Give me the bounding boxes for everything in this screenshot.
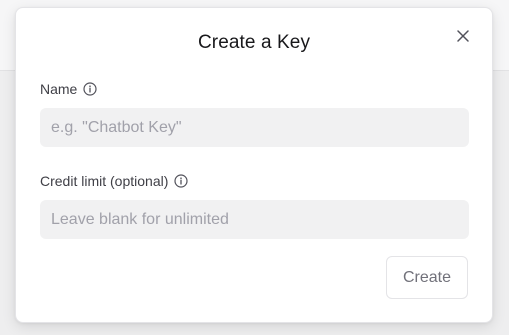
create-button[interactable]: Create xyxy=(386,256,468,299)
dialog-title: Create a Key xyxy=(197,32,311,53)
name-label: Name xyxy=(40,81,78,97)
credit-limit-label: Credit limit (optional) xyxy=(40,173,169,189)
name-input[interactable] xyxy=(40,108,469,147)
close-button[interactable] xyxy=(452,25,474,47)
create-key-dialog: Create a Key Name Credit limit (optional… xyxy=(15,7,493,323)
info-icon[interactable] xyxy=(83,82,97,96)
credit-limit-input[interactable] xyxy=(40,200,469,239)
close-icon xyxy=(457,30,469,42)
credit-limit-label-row: Credit limit (optional) xyxy=(40,173,188,189)
name-label-row: Name xyxy=(40,81,97,97)
info-icon[interactable] xyxy=(174,174,188,188)
